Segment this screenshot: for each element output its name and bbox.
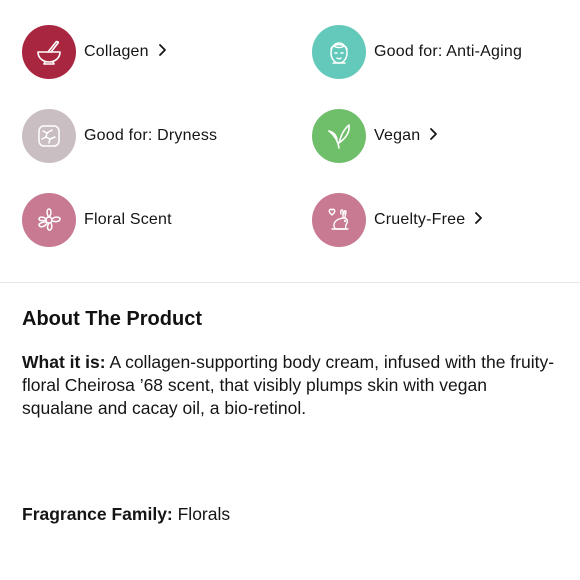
cruelty-free-badge — [312, 193, 366, 247]
highlights-grid: Collagen Good for: Anti-Aging Good for: … — [22, 25, 562, 277]
what-it-is-paragraph: What it is: A collagen-supporting body c… — [22, 351, 562, 420]
fragrance-family-label: Fragrance Family: — [22, 504, 173, 524]
fragrance-family-line: Fragrance Family: Florals — [22, 503, 230, 526]
collagen-badge — [22, 25, 76, 79]
highlights-row: Collagen Good for: Anti-Aging — [22, 25, 562, 109]
vegan-badge — [312, 109, 366, 163]
chevron-right-icon — [158, 44, 166, 56]
dry-skin-icon — [38, 125, 60, 147]
highlight-vegan[interactable]: Vegan — [312, 109, 562, 163]
highlights-row: Floral Scent Cruelty-Free — [22, 193, 562, 277]
face-mask-icon — [330, 42, 348, 64]
highlight-floral-scent: Floral Scent — [22, 193, 312, 247]
highlight-label: Vegan — [374, 127, 438, 145]
highlight-label: Floral Scent — [84, 211, 172, 228]
product-highlights-page: Collagen Good for: Anti-Aging Good for: … — [0, 0, 580, 580]
anti-aging-badge — [312, 25, 366, 79]
flower-icon — [38, 208, 61, 231]
leaf-icon — [328, 124, 350, 149]
bunny-heart-icon — [328, 208, 349, 230]
floral-scent-badge — [22, 193, 76, 247]
mortar-pestle-icon — [37, 40, 61, 65]
chevron-right-icon — [430, 128, 438, 140]
section-divider — [0, 282, 580, 283]
highlight-label: Good for: Anti-Aging — [374, 43, 523, 60]
chevron-right-icon — [475, 212, 483, 224]
highlights-row: Good for: Dryness Vegan — [22, 109, 562, 193]
highlight-label: Collagen — [84, 43, 167, 61]
dryness-badge — [22, 109, 76, 163]
highlight-dryness: Good for: Dryness — [22, 109, 312, 163]
what-it-is-label: What it is: — [22, 352, 106, 372]
highlight-label: Good for: Dryness — [84, 127, 218, 144]
highlight-label: Cruelty-Free — [374, 211, 483, 229]
fragrance-family-value: Florals — [172, 504, 231, 524]
highlight-collagen[interactable]: Collagen — [22, 25, 312, 79]
highlight-cruelty-free[interactable]: Cruelty-Free — [312, 193, 562, 247]
about-product-heading: About The Product — [22, 308, 202, 330]
highlight-anti-aging: Good for: Anti-Aging — [312, 25, 562, 79]
